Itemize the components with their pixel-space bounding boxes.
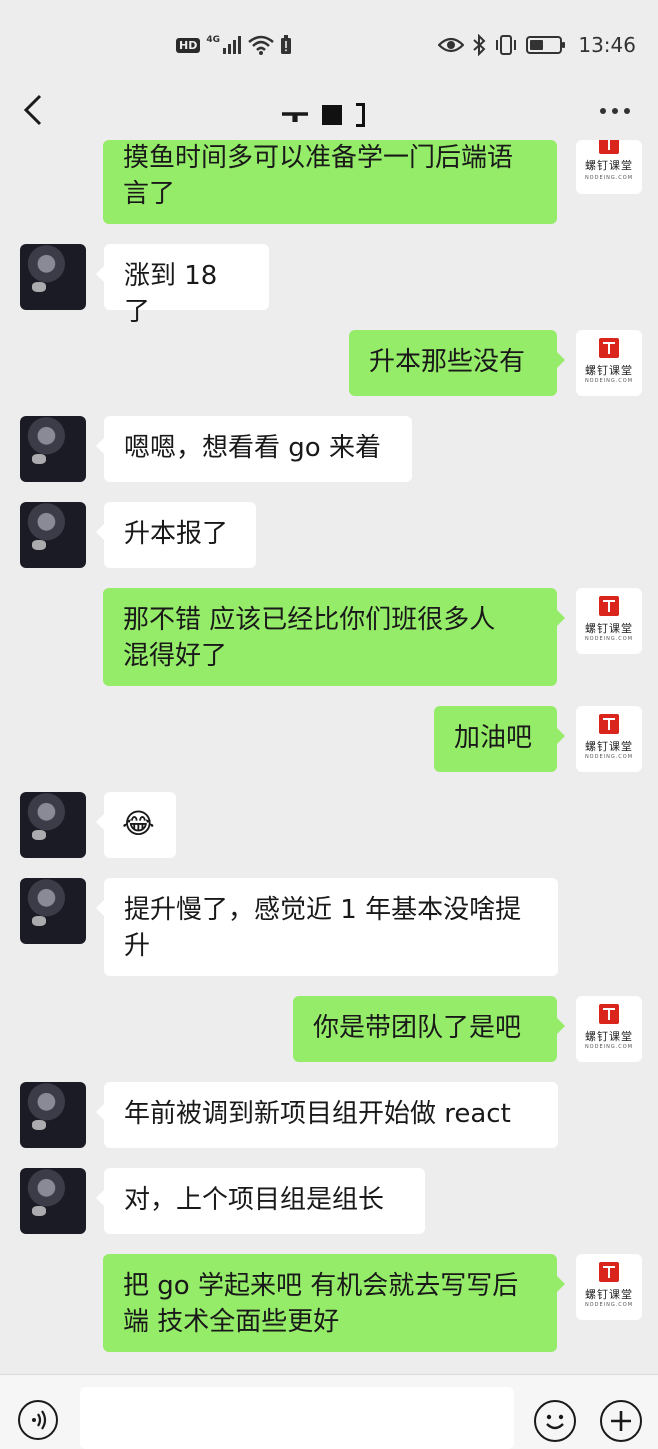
avatar[interactable]	[20, 416, 86, 482]
voice-icon	[32, 1410, 47, 1430]
message-line: 提升慢了，感觉近 1 年基本没啥提	[124, 895, 522, 925]
hd-icon: HD	[176, 37, 201, 53]
message-bubble-received[interactable]: 提升慢了，感觉近 1 年基本没啥提 升	[96, 878, 558, 976]
redaction-mark	[356, 103, 365, 127]
message-bubble-received[interactable]: 😂	[96, 792, 176, 858]
status-right: 13:46	[438, 30, 636, 60]
message-line: 那不错 应该已经比你们班很多人	[123, 605, 496, 635]
message-line: 你是带团队了是吧	[313, 1013, 522, 1043]
brand-logo-icon	[599, 140, 619, 154]
battery-icon	[526, 36, 566, 54]
vibrate-icon	[496, 35, 517, 55]
input-bar	[0, 1374, 658, 1449]
avatar[interactable]: 螺钉课堂 NODEING.COM	[576, 996, 642, 1062]
message-bubble-received[interactable]: 年前被调到新项目组开始做 react	[96, 1082, 558, 1148]
more-dots-icon[interactable]	[600, 108, 630, 114]
message-line: 对，上个项目组是组长	[124, 1185, 385, 1215]
message-line: 升	[124, 931, 151, 961]
brand-name: 螺钉课堂	[585, 364, 633, 377]
message-bubble-received[interactable]: 升本报了	[96, 502, 256, 568]
message-input[interactable]	[80, 1387, 514, 1449]
avatar[interactable]: 螺钉课堂 NODEING.COM	[576, 706, 642, 772]
message-bubble-received[interactable]: 涨到 18 了	[96, 244, 269, 327]
brand-name: 螺钉课堂	[585, 159, 633, 172]
avatar[interactable]	[20, 244, 86, 310]
status-bar: HD 4G 13:46	[0, 0, 658, 90]
avatar[interactable]: 螺钉课堂 NODEING.COM	[576, 1254, 642, 1320]
clock: 13:46	[578, 33, 636, 57]
network-type: 4G	[206, 35, 220, 45]
message-line: 年前被调到新项目组开始做 react	[124, 1099, 511, 1129]
message-line: 把 go 学起来吧 有机会就去写写后	[123, 1271, 519, 1301]
avatar[interactable]	[20, 1168, 86, 1234]
wifi-icon	[248, 35, 274, 55]
signal-icon	[223, 36, 241, 54]
message-line: 加油吧	[454, 723, 533, 753]
brand-sub: NODEING.COM	[584, 378, 634, 384]
brand-sub: NODEING.COM	[584, 1302, 634, 1308]
message-line: 升本那些没有	[369, 347, 526, 377]
emoji-icon	[546, 1414, 564, 1430]
avatar[interactable]: 螺钉课堂 NODEING.COM	[576, 140, 642, 194]
brand-sub: NODEING.COM	[584, 636, 634, 642]
message-line: 言了	[123, 179, 176, 209]
brand-logo-icon	[599, 1262, 619, 1282]
message-bubble-sent[interactable]: 摸鱼时间多可以准备学一门后端语 言了	[103, 140, 557, 224]
message-line: 端 技术全面些更好	[123, 1307, 340, 1337]
plus-icon	[611, 1411, 631, 1431]
avatar[interactable]	[20, 1082, 86, 1148]
brand-sub: NODEING.COM	[584, 754, 634, 760]
brand-logo-icon	[599, 596, 619, 616]
brand-name: 螺钉课堂	[585, 1030, 633, 1043]
message-line: 摸鱼时间多可以准备学一门后端语	[123, 143, 514, 173]
message-line: 嗯嗯，想看看 go 来着	[124, 433, 381, 463]
avatar[interactable]	[20, 502, 86, 568]
message-bubble-received[interactable]: 对，上个项目组是组长	[96, 1168, 425, 1234]
back-button[interactable]	[18, 92, 54, 132]
message-bubble-sent[interactable]: 升本那些没有	[349, 330, 565, 396]
brand-logo-icon	[599, 1004, 619, 1024]
avatar[interactable]: 螺钉课堂 NODEING.COM	[576, 588, 642, 654]
brand-name: 螺钉课堂	[585, 740, 633, 753]
chevron-left-icon	[23, 94, 42, 126]
brand-logo-icon	[599, 338, 619, 358]
brand-logo-icon	[599, 714, 619, 734]
eye-icon	[438, 37, 465, 53]
avatar[interactable]	[20, 792, 86, 858]
avatar[interactable]	[20, 878, 86, 944]
bluetooth-icon	[473, 34, 486, 56]
avatar[interactable]: 螺钉课堂 NODEING.COM	[576, 330, 642, 396]
brand-sub: NODEING.COM	[584, 1044, 634, 1050]
redaction-mark	[282, 112, 308, 122]
message-bubble-sent[interactable]: 你是带团队了是吧	[293, 996, 565, 1062]
message-line: 混得好了	[123, 641, 228, 671]
redaction-mark	[322, 105, 342, 125]
laughing-tears-emoji-icon: 😂	[122, 807, 155, 840]
message-line: 涨到 18 了	[124, 261, 218, 327]
alert-battery-icon	[281, 35, 291, 54]
status-left: HD 4G	[176, 30, 292, 60]
message-line: 升本报了	[124, 519, 229, 549]
chat-title-redacted	[282, 102, 365, 128]
message-bubble-sent[interactable]: 那不错 应该已经比你们班很多人 混得好了	[103, 588, 565, 686]
message-bubble-sent[interactable]: 加油吧	[434, 706, 565, 772]
brand-name: 螺钉课堂	[585, 1288, 633, 1301]
message-bubble-sent[interactable]: 把 go 学起来吧 有机会就去写写后 端 技术全面些更好	[103, 1254, 565, 1352]
brand-sub: NODEING.COM	[584, 175, 634, 181]
emoji-button[interactable]	[534, 1400, 576, 1442]
plus-button[interactable]	[600, 1400, 642, 1442]
message-bubble-received[interactable]: 嗯嗯，想看看 go 来着	[96, 416, 412, 482]
voice-button[interactable]	[18, 1400, 58, 1440]
brand-name: 螺钉课堂	[585, 622, 633, 635]
